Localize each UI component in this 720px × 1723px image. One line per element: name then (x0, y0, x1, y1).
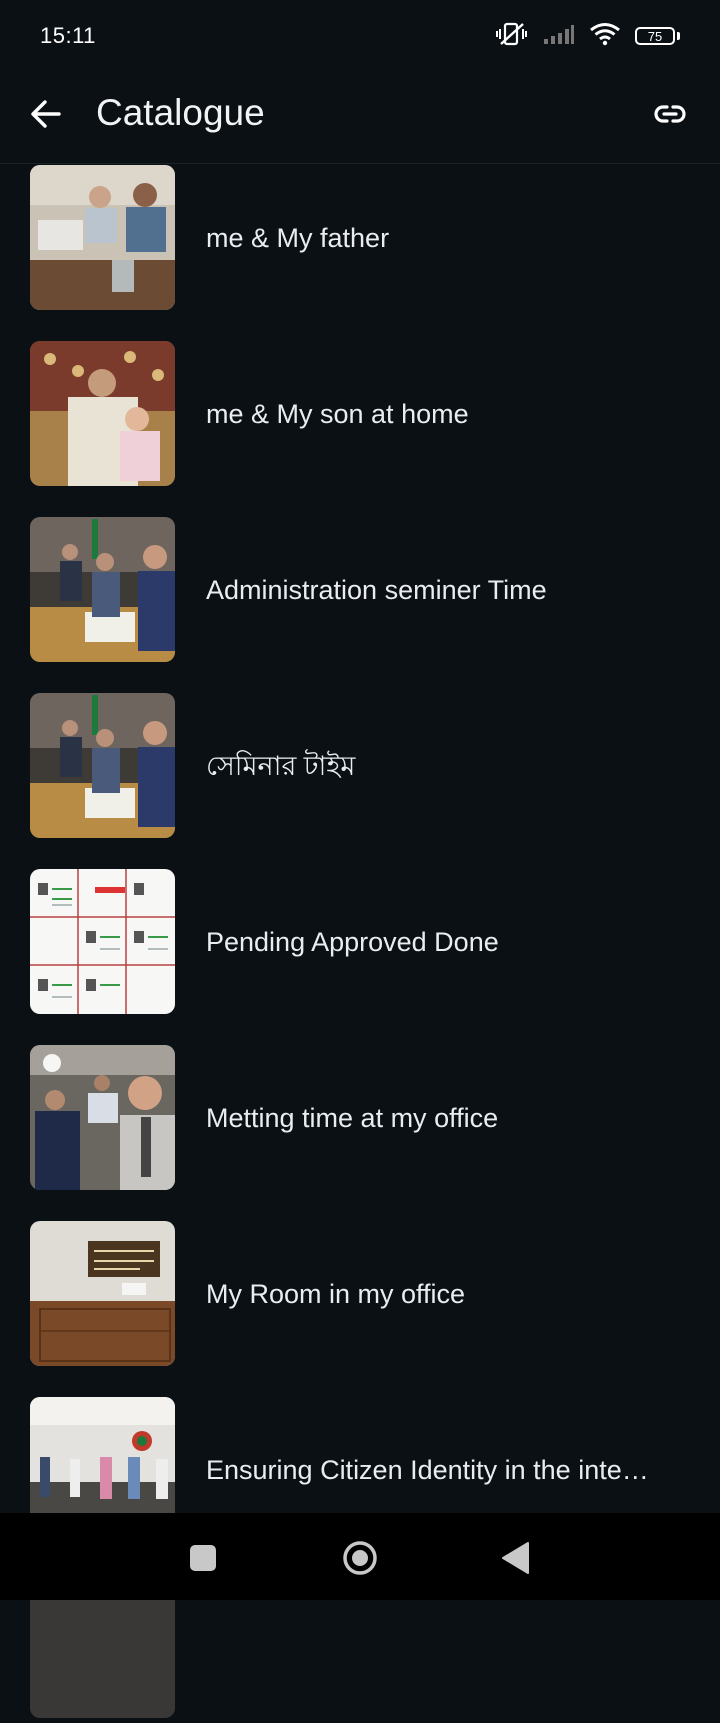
battery-icon: 75 (635, 27, 680, 45)
home-button[interactable] (342, 1540, 378, 1576)
list-item[interactable]: Administration seminer Time (0, 517, 720, 667)
signal-icon (543, 23, 575, 50)
item-label: Ensuring Citizen Identity in the inte… (206, 1455, 649, 1485)
status-bar: 15:11 75 (0, 0, 720, 72)
wifi-icon (589, 22, 621, 51)
back-nav-button[interactable] (500, 1541, 530, 1575)
back-button[interactable] (26, 94, 66, 134)
battery-level: 75 (635, 27, 675, 45)
status-time: 15:11 (40, 23, 96, 48)
list-item[interactable]: Pending Approved Done (0, 869, 720, 1019)
item-label: me & My father (206, 223, 390, 253)
item-thumbnail (30, 869, 175, 1014)
link-button[interactable] (650, 94, 690, 134)
item-label: সেমিনার টাইম (206, 751, 356, 781)
item-thumbnail (30, 341, 175, 486)
list-item[interactable]: Metting time at my office (0, 1045, 720, 1195)
list-item[interactable]: My Room in my office (0, 1221, 720, 1371)
link-icon (654, 105, 686, 123)
recents-button[interactable] (190, 1545, 216, 1571)
item-thumbnail (30, 517, 175, 662)
status-icons: 75 (495, 21, 680, 52)
list-item[interactable]: me & My father (0, 165, 720, 315)
list-item[interactable]: সেমিনার টাইম (0, 693, 720, 843)
item-label: me & My son at home (206, 399, 469, 429)
item-thumbnail (30, 1045, 175, 1190)
system-nav-bar (0, 1513, 720, 1600)
arrow-left-icon (31, 100, 61, 128)
page-title: Catalogue (96, 92, 265, 133)
mute-vibrate-icon (495, 21, 529, 52)
item-thumbnail (30, 165, 175, 310)
list-item[interactable]: me & My son at home (0, 341, 720, 491)
item-label: My Room in my office (206, 1279, 466, 1309)
item-thumbnail (30, 1221, 175, 1366)
item-label: Administration seminer Time (206, 575, 547, 605)
app-bar: Catalogue (0, 72, 720, 164)
item-label: Metting time at my office (206, 1103, 499, 1133)
item-label: Pending Approved Done (206, 927, 499, 957)
item-thumbnail (30, 693, 175, 838)
